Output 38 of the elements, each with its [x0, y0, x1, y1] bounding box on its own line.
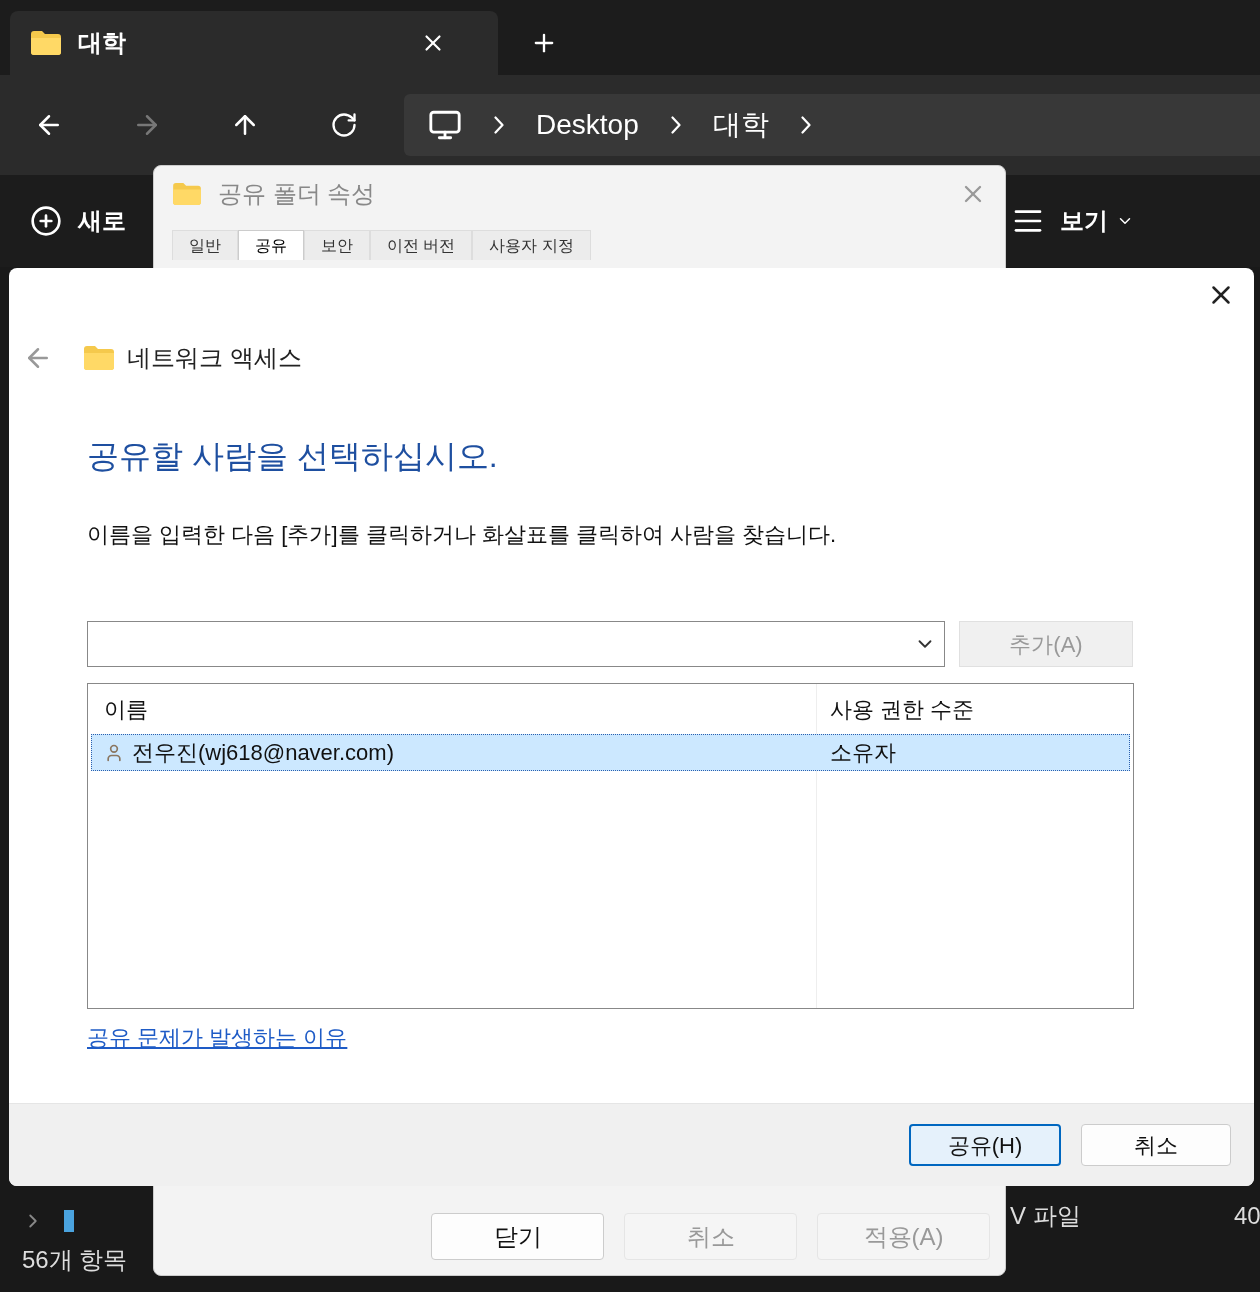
shared-folder-icon — [83, 344, 115, 372]
help-link[interactable]: 공유 문제가 발생하는 이유 — [87, 1021, 348, 1054]
chevron-icon — [800, 116, 811, 134]
user-name: 전우진(wj618@naver.com) — [132, 739, 394, 767]
dialog-tab[interactable]: 보안 — [304, 230, 370, 260]
address-bar[interactable]: Desktop 대학 — [404, 94, 1260, 156]
folder-icon — [172, 182, 202, 206]
dialog-title: 공유 폴더 속성 — [218, 179, 377, 209]
file-type: V 파일 — [1010, 1201, 1081, 1231]
view-label[interactable]: 보기 — [1060, 203, 1108, 239]
instruction: 이름을 입력한 다음 [추가]를 클릭하거나 화살표를 클릭하여 사람을 찾습니다. — [87, 521, 838, 549]
heading: 공유할 사람을 선택하십시오. — [87, 437, 499, 476]
file-size: 40 — [1234, 1201, 1260, 1231]
breadcrumb[interactable]: 대학 — [712, 104, 769, 146]
folder-icon — [30, 30, 62, 56]
wizard-button[interactable]: 공유(H) — [909, 1124, 1061, 1166]
wizard-title: 네트워크 액세스 — [127, 343, 302, 373]
dialog-tab[interactable]: 사용자 지정 — [472, 230, 591, 260]
item-count: 56개 항목 — [22, 1245, 128, 1275]
dialog-tab[interactable]: 일반 — [172, 230, 238, 260]
dialog-tab[interactable]: 이전 버전 — [370, 230, 473, 260]
new-icon[interactable] — [30, 205, 62, 237]
user-row[interactable]: 전우진(wj618@naver.com) 소유자 — [91, 734, 1130, 771]
permission-level: 소유자 — [829, 739, 896, 767]
dialog-tab[interactable]: 공유 — [238, 230, 304, 260]
breadcrumb[interactable]: Desktop — [536, 104, 639, 146]
computer-icon — [428, 108, 462, 142]
folder-marker — [64, 1210, 74, 1232]
refresh-icon[interactable] — [330, 111, 358, 139]
chevron-icon — [494, 116, 504, 134]
chevron-icon — [670, 116, 681, 134]
column-header[interactable]: 이름 — [88, 692, 816, 726]
column-header[interactable]: 사용 권한 수준 — [816, 692, 975, 726]
dialog-button[interactable]: 닫기 — [431, 1213, 604, 1260]
new-label[interactable]: 새로 — [78, 203, 126, 239]
wizard-button[interactable]: 취소 — [1081, 1124, 1231, 1166]
window-tab[interactable]: 대학 — [10, 11, 498, 75]
tab-title: 대학 — [78, 28, 127, 58]
